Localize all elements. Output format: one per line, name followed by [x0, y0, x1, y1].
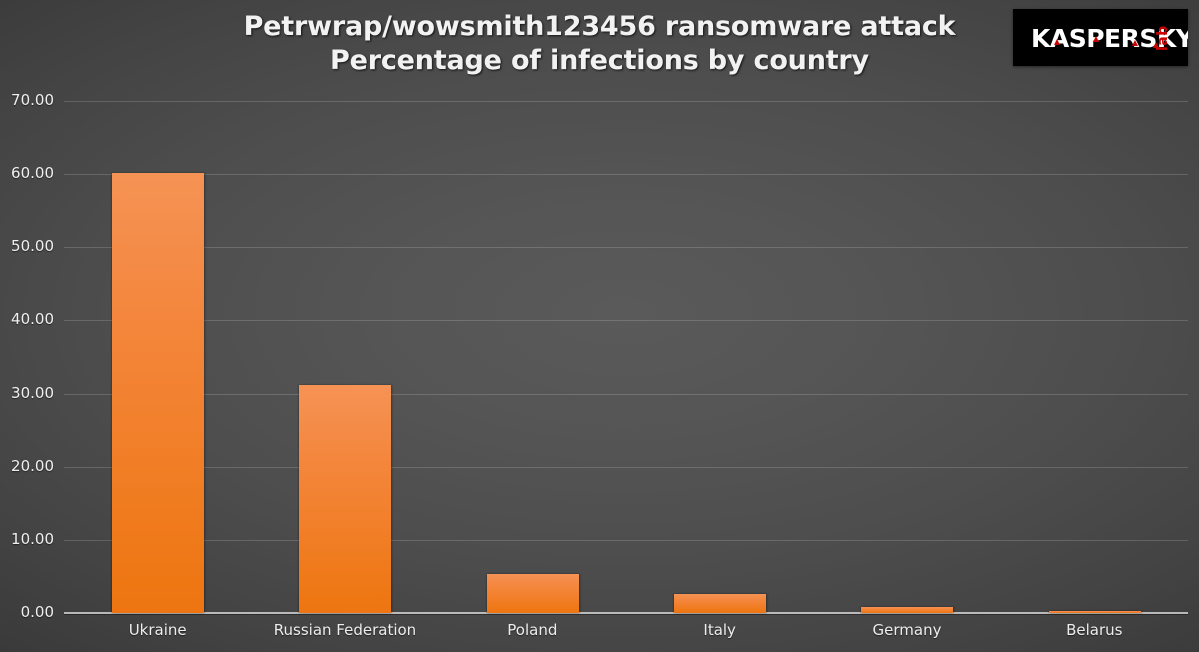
x-axis-tick-label: Poland	[507, 621, 558, 639]
bar[interactable]	[1048, 611, 1141, 613]
bar-slot	[626, 101, 813, 613]
bar-slot	[251, 101, 438, 613]
y-axis-tick-label: 20.00	[11, 456, 54, 475]
bar[interactable]	[299, 385, 392, 613]
y-axis-tick-label: 40.00	[11, 310, 54, 329]
kaspersky-lab-logo: KASPERSKY lab	[1013, 9, 1188, 66]
x-axis-tick-label: Germany	[872, 621, 942, 639]
bar[interactable]	[861, 607, 954, 613]
bar[interactable]	[486, 573, 579, 613]
x-axis-tick-label: Italy	[703, 621, 736, 639]
x-axis-tick-label: Belarus	[1066, 621, 1123, 639]
bars-layer	[64, 101, 1188, 613]
bar-slot	[813, 101, 1000, 613]
chart-canvas: Petrwrap/wowsmith123456 ransomware attac…	[0, 0, 1199, 652]
y-axis-tick-label: 60.00	[11, 164, 54, 183]
x-axis-tick-label: Ukraine	[128, 621, 187, 639]
y-axis-tick-label: 70.00	[11, 91, 54, 109]
bar-slot	[439, 101, 626, 613]
y-axis-tick-label: 50.00	[11, 237, 54, 256]
bar-slot	[64, 101, 251, 613]
y-axis-tick-label: 0.00	[20, 603, 54, 621]
svg-text:lab: lab	[1155, 25, 1171, 51]
bar-slot	[1001, 101, 1188, 613]
bar[interactable]	[112, 173, 204, 613]
x-axis-tick-label: Russian Federation	[273, 621, 417, 639]
y-axis-tick-label: 30.00	[11, 383, 54, 402]
y-axis-tick-label: 10.00	[11, 529, 54, 548]
bar[interactable]	[674, 594, 766, 613]
